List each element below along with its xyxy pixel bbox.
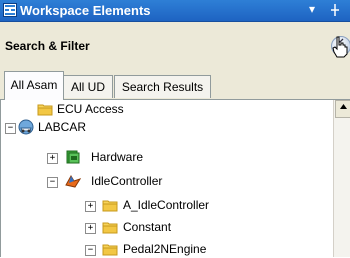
tree-node-pedal2nengine[interactable]: − Pedal2NEngine — [1, 240, 334, 258]
tree-node-label: A_IdleController — [123, 198, 210, 212]
search-filter-title: Search & Filter — [5, 39, 90, 53]
tree-node-a-idlecontroller[interactable]: + A_IdleController — [1, 196, 334, 214]
tab-search-results[interactable]: Search Results — [114, 75, 211, 98]
tree-node-label: Pedal2NEngine — [123, 242, 207, 256]
expand-toggle[interactable]: + — [85, 201, 96, 212]
expand-toggle[interactable]: + — [47, 153, 58, 164]
window-menu-button[interactable]: ▾ — [309, 2, 315, 16]
tree-node-label: IdleController — [91, 174, 163, 188]
labcar-icon — [18, 119, 34, 135]
tab-all-asam[interactable]: All Asam — [4, 71, 64, 100]
folder-icon — [102, 244, 118, 256]
tree-node-label: Constant — [123, 220, 172, 234]
window-title: Workspace Elements — [20, 3, 151, 18]
vertical-scrollbar[interactable] — [333, 100, 350, 257]
collapse-toggle[interactable]: − — [47, 177, 58, 188]
hand-cursor-icon — [332, 36, 348, 58]
tree-node-label: ECU Access — [57, 102, 124, 116]
workspace-tree: ECU Access − LABCAR + Hardware − IdleCon… — [0, 100, 334, 257]
folder-icon — [37, 104, 53, 116]
collapse-toggle[interactable]: − — [5, 123, 16, 134]
folder-icon — [102, 200, 118, 212]
search-filter-section: Search & Filter — [0, 22, 350, 66]
tree-node-labcar[interactable]: − LABCAR — [1, 118, 334, 136]
simulink-icon — [65, 175, 81, 188]
hardware-icon — [66, 150, 80, 164]
tree-node-label: LABCAR — [38, 120, 87, 134]
expand-toggle[interactable]: + — [85, 223, 96, 234]
workspace-elements-icon — [3, 3, 17, 17]
tab-all-ud[interactable]: All UD — [63, 75, 113, 98]
tree-node-ecu-access[interactable]: ECU Access — [1, 100, 334, 118]
arrow-up-icon — [339, 100, 348, 117]
window-title-bar: Workspace Elements ▾ — [0, 0, 350, 22]
collapse-toggle[interactable]: − — [85, 245, 96, 256]
tree-node-constant[interactable]: + Constant — [1, 218, 334, 236]
tab-strip: All Asam All UD Search Results — [0, 66, 350, 100]
tree-node-hardware[interactable]: + Hardware — [1, 148, 334, 166]
pin-button[interactable] — [330, 2, 340, 19]
tree-node-idlecontroller[interactable]: − IdleController — [1, 172, 334, 190]
folder-icon — [102, 222, 118, 234]
tree-node-label: Hardware — [91, 150, 144, 164]
pin-icon — [331, 4, 339, 16]
scroll-up-button[interactable] — [335, 100, 350, 118]
